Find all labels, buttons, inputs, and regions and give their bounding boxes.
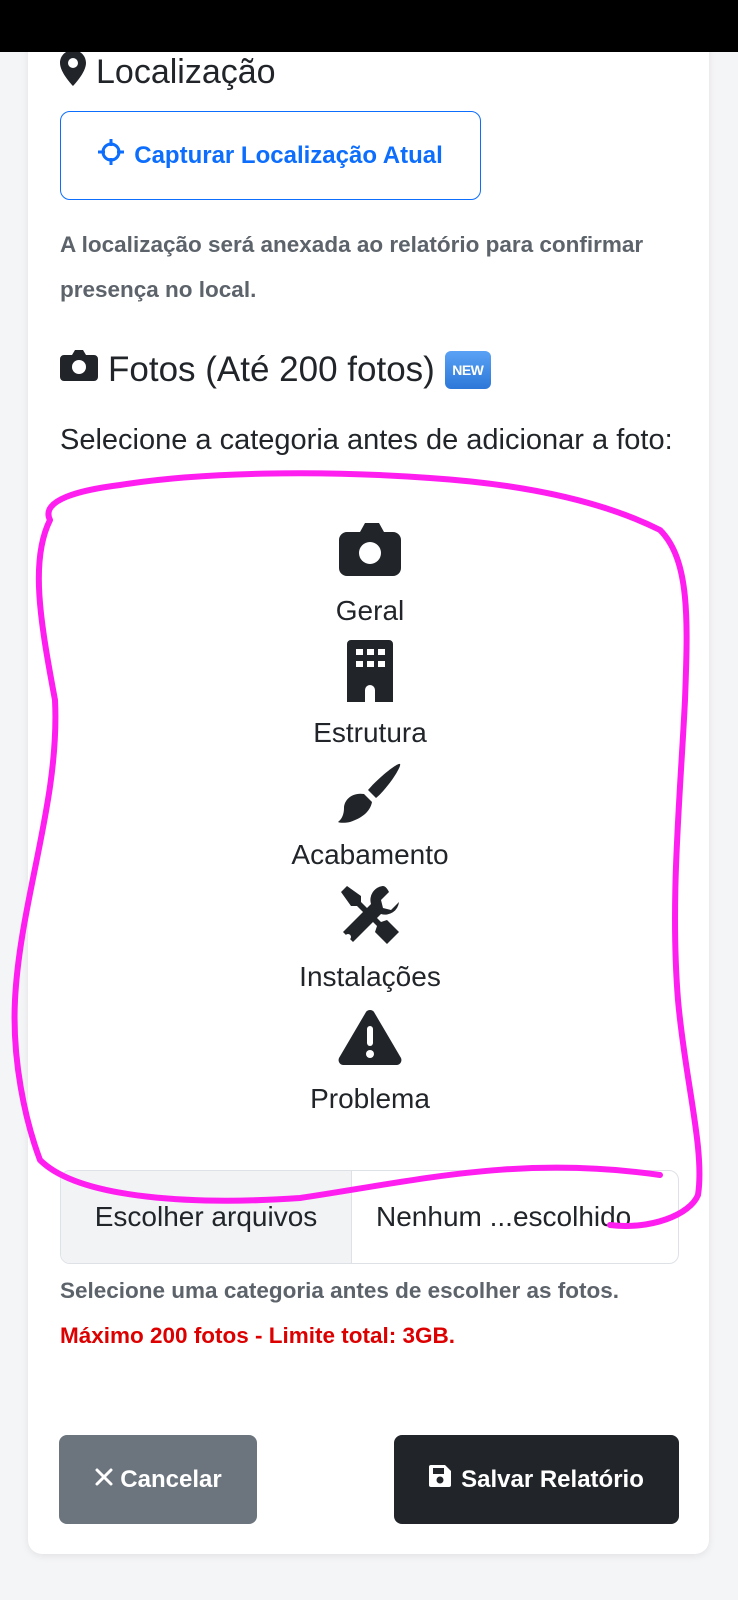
category-label: Estrutura [313, 717, 427, 748]
category-label: Problema [310, 1083, 430, 1114]
choose-files-button[interactable]: Escolher arquivos [61, 1171, 352, 1263]
photos-help-prefix: Selecione uma categoria antes de escolhe… [60, 1278, 619, 1303]
close-icon [94, 1466, 114, 1494]
photos-help-text: Selecione uma categoria antes de escolhe… [60, 1268, 680, 1358]
new-badge: NEW [444, 350, 491, 389]
category-problema[interactable]: Problema [260, 1006, 480, 1116]
photo-file-input[interactable]: Escolher arquivos Nenhum ...escolhido [60, 1170, 679, 1264]
category-geral[interactable]: Geral [260, 518, 480, 628]
category-estrutura[interactable]: Estrutura [260, 640, 480, 750]
save-label: Salvar Relatório [461, 1465, 644, 1493]
floppy-disk-icon [429, 1465, 452, 1494]
warning-icon [338, 1006, 402, 1068]
paint-brush-icon [338, 762, 402, 824]
category-label: Instalações [299, 961, 441, 992]
category-label: Acabamento [291, 839, 449, 870]
crosshairs-icon [98, 139, 125, 172]
location-help-text: A localização será anexada ao relatório … [60, 232, 644, 302]
capture-location-label: Capturar Localização Atual [134, 141, 443, 169]
file-name-display: Nenhum ...escolhido [376, 1201, 632, 1232]
capture-location-button[interactable]: Capturar Localização Atual [60, 111, 481, 200]
location-title-text: Localização [96, 53, 276, 91]
category-acabamento[interactable]: Acabamento [260, 762, 480, 872]
camera-icon [60, 349, 98, 390]
photos-section-title: Fotos (Até 200 fotos) NEW [60, 349, 491, 390]
category-label: Geral [335, 595, 405, 626]
map-marker-icon [60, 50, 86, 95]
category-instalacoes[interactable]: Instalações [260, 884, 480, 994]
photos-title-text: Fotos (Até 200 fotos) [108, 349, 435, 389]
tools-icon [339, 884, 401, 946]
photos-limit-text: Máximo 200 fotos - Limite total: 3GB. [60, 1323, 456, 1348]
building-icon [347, 640, 393, 702]
camera-icon [339, 518, 401, 580]
select-category-text: Selecione a categoria antes de adicionar… [60, 424, 673, 456]
location-section-title: Localização [60, 50, 276, 95]
cancel-label: Cancelar [120, 1465, 222, 1493]
cancel-button[interactable]: Cancelar [59, 1435, 257, 1524]
status-bar [0, 0, 738, 52]
save-report-button[interactable]: Salvar Relatório [394, 1435, 679, 1524]
